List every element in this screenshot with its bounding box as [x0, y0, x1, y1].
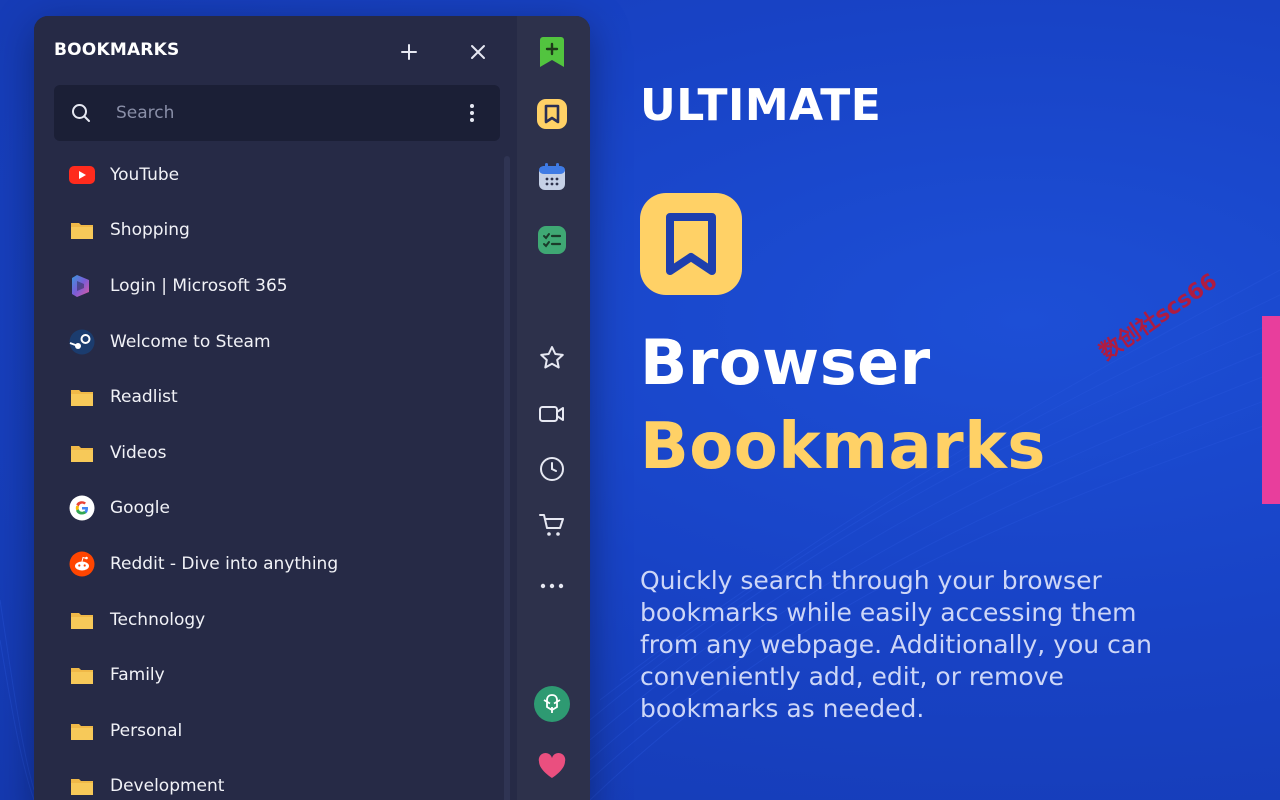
reddit-icon: [68, 550, 96, 578]
bookmark-item[interactable]: Reddit - Dive into anything: [54, 536, 504, 592]
folder-icon: [68, 216, 96, 244]
bookmark-folder[interactable]: Videos: [54, 425, 504, 481]
bookmark-folder[interactable]: Family: [54, 647, 504, 703]
clock-icon: [540, 457, 564, 481]
rail-bookmarks-button[interactable]: [534, 96, 570, 132]
search-icon: [72, 104, 90, 122]
kebab-menu-icon: [470, 104, 474, 122]
rail-favorite-button[interactable]: [534, 748, 570, 784]
bookmark-item[interactable]: YouTube: [54, 147, 504, 203]
bookmark-label: Videos: [110, 442, 167, 463]
bookmark-label: Technology: [110, 609, 206, 630]
bookmarks-main: BOOKMARKS YouTube: [34, 16, 517, 800]
app-logo: [640, 193, 742, 295]
microsoft365-icon: [68, 272, 96, 300]
tasks-icon: [538, 226, 566, 254]
bookmark-label: Google: [110, 498, 170, 519]
hero-title-line2: Bookmarks: [640, 410, 1046, 484]
bookmark-item[interactable]: Google: [54, 481, 504, 537]
rail-favorites-button[interactable]: [534, 340, 570, 376]
edge-accent-bar: [1262, 316, 1280, 504]
side-rail: [517, 16, 590, 800]
bookmark-folder[interactable]: Development: [54, 759, 504, 800]
search-options-button[interactable]: [464, 102, 480, 124]
rail-history-button[interactable]: [534, 451, 570, 487]
rail-add-bookmark-button[interactable]: [534, 34, 570, 70]
bookmark-label: Reddit - Dive into anything: [110, 553, 339, 574]
rail-chatgpt-button[interactable]: [534, 686, 570, 722]
bookmark-folder[interactable]: Shopping: [54, 203, 504, 259]
steam-icon: [68, 328, 96, 356]
bookmark-list: YouTube Shopping Login | Microsoft 365 W…: [54, 147, 504, 800]
panel-header: BOOKMARKS: [54, 38, 517, 62]
cart-icon: [539, 514, 564, 536]
bookmark-logo-icon: [666, 213, 716, 275]
hero-description: Quickly search through your browser book…: [640, 566, 1152, 723]
close-icon: [471, 45, 485, 59]
folder-icon: [68, 439, 96, 467]
rail-calendar-button[interactable]: [534, 159, 570, 195]
close-panel-button[interactable]: [464, 38, 492, 66]
rail-video-button[interactable]: [534, 396, 570, 432]
bookmark-folder[interactable]: Readlist: [54, 369, 504, 425]
bookmark-label: Development: [110, 776, 225, 797]
panel-title: BOOKMARKS: [54, 40, 180, 60]
chatgpt-icon: [534, 686, 570, 722]
rail-shopping-button[interactable]: [534, 507, 570, 543]
folder-icon: [68, 606, 96, 634]
watermark: 数创社scs66: [1095, 269, 1222, 366]
hero-title-line1: Browser: [640, 326, 931, 399]
bookmark-folder[interactable]: Personal: [54, 703, 504, 759]
folder-icon: [68, 772, 96, 800]
bookmark-label: Personal: [110, 720, 183, 741]
bookmark-label: Login | Microsoft 365: [110, 275, 288, 296]
rail-tasks-button[interactable]: [534, 222, 570, 258]
bookmark-label: Readlist: [110, 387, 178, 408]
bookmark-label: Family: [110, 665, 165, 686]
calendar-icon: [539, 163, 565, 190]
bookmark-folder[interactable]: Technology: [54, 592, 504, 648]
google-icon: [68, 494, 96, 522]
video-camera-icon: [539, 406, 564, 422]
heart-icon: [538, 753, 566, 778]
search-bar: [54, 85, 500, 141]
bookmark-item[interactable]: Welcome to Steam: [54, 314, 504, 370]
youtube-icon: [68, 161, 96, 189]
folder-icon: [68, 717, 96, 745]
bookmark-label: YouTube: [110, 164, 180, 185]
rail-more-button[interactable]: [534, 568, 570, 604]
bookmark-label: Welcome to Steam: [110, 331, 271, 352]
bookmark-item[interactable]: Login | Microsoft 365: [54, 258, 504, 314]
bookmarks-panel: BOOKMARKS YouTube: [34, 16, 590, 800]
folder-icon: [68, 661, 96, 689]
folder-icon: [68, 383, 96, 411]
search-input[interactable]: [116, 101, 446, 125]
more-icon: [540, 583, 564, 589]
add-bookmark-button[interactable]: [395, 38, 423, 66]
bookmarks-app-icon: [537, 99, 567, 129]
star-icon: [540, 346, 564, 369]
list-scrollbar[interactable]: [504, 156, 510, 800]
add-bookmark-icon: [540, 37, 564, 67]
bookmark-label: Shopping: [110, 220, 190, 241]
hero-kicker: ULTIMATE: [640, 80, 882, 131]
plus-icon: [401, 44, 417, 60]
